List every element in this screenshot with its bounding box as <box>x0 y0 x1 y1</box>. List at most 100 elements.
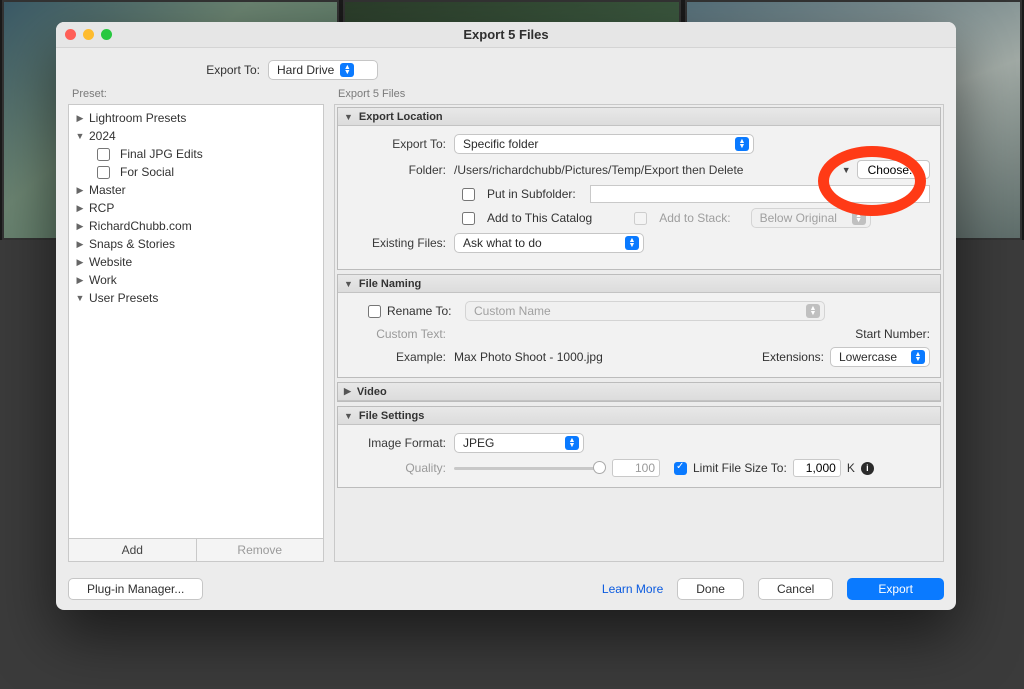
minimize-icon[interactable] <box>83 29 94 40</box>
remove-preset-button[interactable]: Remove <box>197 539 324 561</box>
panel-title: File Settings <box>359 410 424 422</box>
extensions-select[interactable]: Lowercase ▲▼ <box>830 347 930 367</box>
panel-header[interactable]: ▼ File Naming <box>338 275 940 293</box>
window-controls <box>65 29 112 40</box>
preset-item[interactable]: Final JPG Edits <box>69 145 323 163</box>
add-to-catalog-checkbox[interactable] <box>462 212 475 225</box>
loc-export-to-select[interactable]: Specific folder ▲▼ <box>454 134 754 154</box>
panel-header[interactable]: ▶ Video <box>338 383 940 401</box>
caret-down-icon[interactable]: ▼ <box>842 165 851 175</box>
chevron-down-icon: ▼ <box>75 293 85 303</box>
quality-label: Quality: <box>348 461 454 475</box>
preset-folder[interactable]: ▶RichardChubb.com <box>69 217 323 235</box>
rename-to-label: Rename To: <box>387 304 465 318</box>
export-to-select[interactable]: Hard Drive ▲▼ <box>268 60 378 80</box>
info-icon[interactable]: i <box>861 462 874 475</box>
add-preset-button[interactable]: Add <box>69 539 197 561</box>
preset-folder-label: Work <box>89 273 117 287</box>
export-to-label: Export To: <box>68 63 268 77</box>
stack-position-value: Below Original <box>760 211 846 225</box>
limit-unit: K <box>847 461 855 475</box>
triangle-down-icon: ▼ <box>344 411 353 421</box>
preset-folder-label: User Presets <box>89 291 158 305</box>
rename-to-checkbox[interactable] <box>368 305 381 318</box>
triangle-down-icon: ▼ <box>344 112 353 122</box>
limit-filesize-input[interactable] <box>793 459 841 477</box>
panel-file-settings: ▼ File Settings Image Format: JPEG ▲▼ <box>337 406 941 488</box>
panel-title: Export Location <box>359 111 443 123</box>
preset-folder[interactable]: ▼ User Presets <box>69 289 323 307</box>
example-value: Max Photo Shoot - 1000.jpg <box>454 350 762 364</box>
panel-title: File Naming <box>359 278 421 290</box>
limit-filesize-checkbox[interactable] <box>674 462 687 475</box>
chevron-updown-icon: ▲▼ <box>625 236 639 250</box>
preset-folder-label: Snaps & Stories <box>89 237 175 251</box>
plugin-manager-button[interactable]: Plug-in Manager... <box>68 578 203 600</box>
preset-folder[interactable]: ▶Lightroom Presets <box>69 109 323 127</box>
panel-title: Video <box>357 386 387 398</box>
preset-folder[interactable]: ▶Website <box>69 253 323 271</box>
preset-folder[interactable]: ▼2024 <box>69 127 323 145</box>
existing-files-select[interactable]: Ask what to do ▲▼ <box>454 233 644 253</box>
preset-checkbox[interactable] <box>97 166 110 179</box>
start-number-label: Start Number: <box>855 327 930 341</box>
done-button[interactable]: Done <box>677 578 744 600</box>
extensions-label: Extensions: <box>762 350 824 364</box>
naming-template-value: Custom Name <box>474 304 800 318</box>
export-button[interactable]: Export <box>847 578 944 600</box>
preset-checkbox[interactable] <box>97 148 110 161</box>
preset-folder[interactable]: ▶ Work <box>69 271 323 289</box>
chevron-updown-icon: ▲▼ <box>852 211 866 225</box>
cancel-button[interactable]: Cancel <box>758 578 833 600</box>
preset-folder-label: 2024 <box>89 129 116 143</box>
panel-header[interactable]: ▼ Export Location <box>338 108 940 126</box>
stack-position-select: Below Original ▲▼ <box>751 208 871 228</box>
chevron-right-icon: ▶ <box>75 275 85 286</box>
chevron-updown-icon: ▲▼ <box>911 350 925 364</box>
add-to-stack-label: Add to Stack: <box>659 211 730 225</box>
image-format-value: JPEG <box>463 436 559 450</box>
extensions-value: Lowercase <box>839 350 905 364</box>
preset-folder-label: Website <box>89 255 132 269</box>
limit-filesize-label: Limit File Size To: <box>693 461 787 475</box>
add-to-catalog-label: Add to This Catalog <box>487 211 592 225</box>
choose-folder-button[interactable]: Choose... <box>857 160 930 179</box>
zoom-icon[interactable] <box>101 29 112 40</box>
main-header: Export 5 Files <box>334 88 944 104</box>
image-format-select[interactable]: JPEG ▲▼ <box>454 433 584 453</box>
export-settings-scroll[interactable]: ▼ Export Location Export To: Specific fo… <box>334 104 944 562</box>
chevron-right-icon: ▶ <box>75 185 85 196</box>
panel-file-naming: ▼ File Naming Rename To: Custom Name ▲▼ <box>337 274 941 378</box>
export-to-value: Hard Drive <box>277 63 334 77</box>
image-format-label: Image Format: <box>348 436 454 450</box>
preset-folder[interactable]: ▶ Master <box>69 181 323 199</box>
folder-label: Folder: <box>348 163 454 177</box>
preset-folder[interactable]: ▶Snaps & Stories <box>69 235 323 253</box>
subfolder-name-input[interactable] <box>590 185 930 203</box>
titlebar: Export 5 Files <box>56 22 956 48</box>
preset-folder-label: RichardChubb.com <box>89 219 192 233</box>
export-dialog: Export 5 Files Export To: Hard Drive ▲▼ … <box>56 22 956 610</box>
chevron-updown-icon: ▲▼ <box>735 137 749 151</box>
close-icon[interactable] <box>65 29 76 40</box>
quality-value-input <box>612 459 660 477</box>
window-title: Export 5 Files <box>56 27 956 42</box>
chevron-updown-icon: ▲▼ <box>806 304 820 318</box>
preset-tree[interactable]: ▶Lightroom Presets ▼2024 Final JPG Edits… <box>68 104 324 539</box>
preset-item-label: For Social <box>120 165 174 179</box>
preset-folder[interactable]: ▶RCP <box>69 199 323 217</box>
panel-header[interactable]: ▼ File Settings <box>338 407 940 425</box>
panel-video: ▶ Video <box>337 382 941 402</box>
preset-folder-label: Master <box>89 183 126 197</box>
existing-files-label: Existing Files: <box>348 236 454 250</box>
export-destination-row: Export To: Hard Drive ▲▼ <box>68 56 944 88</box>
preset-header: Preset: <box>68 88 324 104</box>
learn-more-link[interactable]: Learn More <box>602 582 663 596</box>
quality-slider <box>454 467 604 470</box>
preset-item[interactable]: For Social <box>69 163 323 181</box>
put-in-subfolder-checkbox[interactable] <box>462 188 475 201</box>
existing-files-value: Ask what to do <box>463 236 619 250</box>
chevron-updown-icon: ▲▼ <box>565 436 579 450</box>
preset-folder-label: Lightroom Presets <box>89 111 186 125</box>
naming-template-select: Custom Name ▲▼ <box>465 301 825 321</box>
